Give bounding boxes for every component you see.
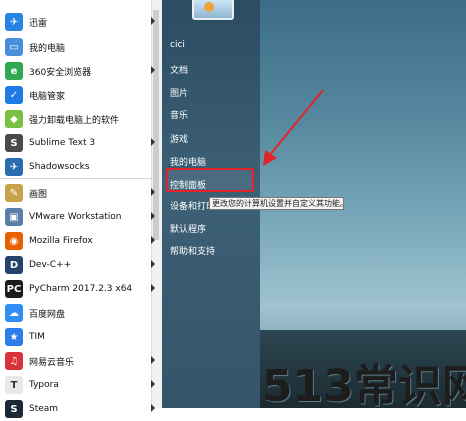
360-browser-icon: e	[5, 62, 23, 80]
program-item-4[interactable]: ✓ 电脑管家	[0, 83, 160, 107]
program-item-1[interactable]: ✈ 迅雷	[0, 10, 160, 34]
program-item-8[interactable]: ✎ 画图	[0, 181, 160, 205]
annotation-arrow	[263, 89, 324, 166]
paint-icon: ✎	[5, 184, 23, 202]
submenu-arrow-icon	[151, 236, 155, 244]
program-label: Typora	[29, 380, 59, 390]
computer-icon: ▭	[5, 38, 23, 56]
program-item-10[interactable]: ◉ Mozilla Firefox	[0, 229, 160, 253]
netease-music-icon: ♫	[5, 352, 23, 370]
submenu-arrow-icon	[151, 188, 155, 196]
program-label: TIM	[29, 332, 45, 342]
vmware-icon: ▣	[5, 208, 23, 226]
program-item-3[interactable]: e 360安全浏览器	[0, 59, 160, 83]
program-item-9[interactable]: ▣ VMware Workstation	[0, 205, 160, 229]
right-menu-item-10[interactable]: 帮助和支持	[170, 244, 215, 257]
submenu-arrow-icon	[151, 380, 155, 388]
uninstall-icon: ◆	[5, 110, 23, 128]
right-menu-item-3[interactable]: 图片	[170, 86, 188, 99]
pycharm-icon: PC	[5, 280, 23, 298]
right-menu-item-2[interactable]: 文档	[170, 63, 188, 76]
program-label: 360安全浏览器	[29, 67, 92, 78]
right-menu-item-6[interactable]: 我的电脑	[170, 155, 206, 168]
program-item-6[interactable]: S Sublime Text 3	[0, 131, 160, 155]
tim-icon: ★	[5, 328, 23, 346]
program-item-2[interactable]: ▭ 我的电脑	[0, 35, 160, 59]
program-label: Shadowsocks	[29, 162, 90, 172]
sublime-icon: S	[5, 134, 23, 152]
program-label: 强力卸载电脑上的软件	[29, 115, 120, 126]
program-item-7[interactable]: ✈ Shadowsocks	[0, 155, 160, 179]
baidu-netdisk-icon: ☁	[5, 304, 23, 322]
program-label: Dev-C++	[29, 260, 72, 270]
submenu-arrow-icon	[151, 284, 155, 292]
program-label: VMware Workstation	[29, 212, 122, 222]
typora-icon: T	[5, 376, 23, 394]
control-panel-tooltip: 更改您的计算机设置并自定义其功能。	[209, 197, 344, 210]
program-label: 网易云音乐	[29, 357, 75, 368]
submenu-arrow-icon	[151, 17, 155, 25]
program-label: 电脑管家	[29, 91, 66, 102]
right-menu-item-9[interactable]: 默认程序	[170, 222, 206, 235]
submenu-arrow-icon	[151, 404, 155, 412]
program-label: 我的电脑	[29, 43, 66, 54]
program-label: PyCharm 2017.2.3 x64	[29, 284, 133, 294]
firefox-icon: ◉	[5, 232, 23, 250]
program-item-12[interactable]: PC PyCharm 2017.2.3 x64	[0, 277, 160, 301]
submenu-arrow-icon	[151, 260, 155, 268]
watermark-text: 513常识网	[262, 361, 466, 412]
program-item-17[interactable]: S Steam	[0, 397, 160, 421]
program-label: Mozilla Firefox	[29, 236, 93, 246]
program-item-14[interactable]: ★ TIM	[0, 325, 160, 349]
program-item-5[interactable]: ◆ 强力卸载电脑上的软件	[0, 107, 160, 131]
pc-manager-icon: ✓	[5, 86, 23, 104]
user-avatar[interactable]	[192, 0, 234, 20]
submenu-arrow-icon	[151, 212, 155, 220]
program-item-13[interactable]: ☁ 百度网盘	[0, 301, 160, 325]
avatar-sun-icon	[204, 2, 214, 12]
program-item-16[interactable]: T Typora	[0, 373, 160, 397]
submenu-arrow-icon	[151, 138, 155, 146]
steam-icon: S	[5, 400, 23, 418]
devcpp-icon: D	[5, 256, 23, 274]
right-menu-item-1[interactable]: cici	[170, 40, 185, 50]
right-menu-item-5[interactable]: 游戏	[170, 132, 188, 145]
program-item-11[interactable]: D Dev-C++	[0, 253, 160, 277]
right-menu-item-4[interactable]: 音乐	[170, 108, 188, 121]
program-label: Sublime Text 3	[29, 138, 96, 148]
program-label: 百度网盘	[29, 309, 66, 320]
program-item-15[interactable]: ♫ 网易云音乐	[0, 349, 160, 373]
submenu-arrow-icon	[151, 356, 155, 364]
right-menu-item-7[interactable]: 控制面板	[170, 178, 206, 191]
shadowsocks-icon: ✈	[5, 158, 23, 176]
program-label: 画图	[29, 189, 48, 200]
program-label: 迅雷	[29, 18, 48, 29]
thunder-icon: ✈	[5, 13, 23, 31]
submenu-arrow-icon	[151, 66, 155, 74]
program-label: Steam	[29, 404, 59, 414]
